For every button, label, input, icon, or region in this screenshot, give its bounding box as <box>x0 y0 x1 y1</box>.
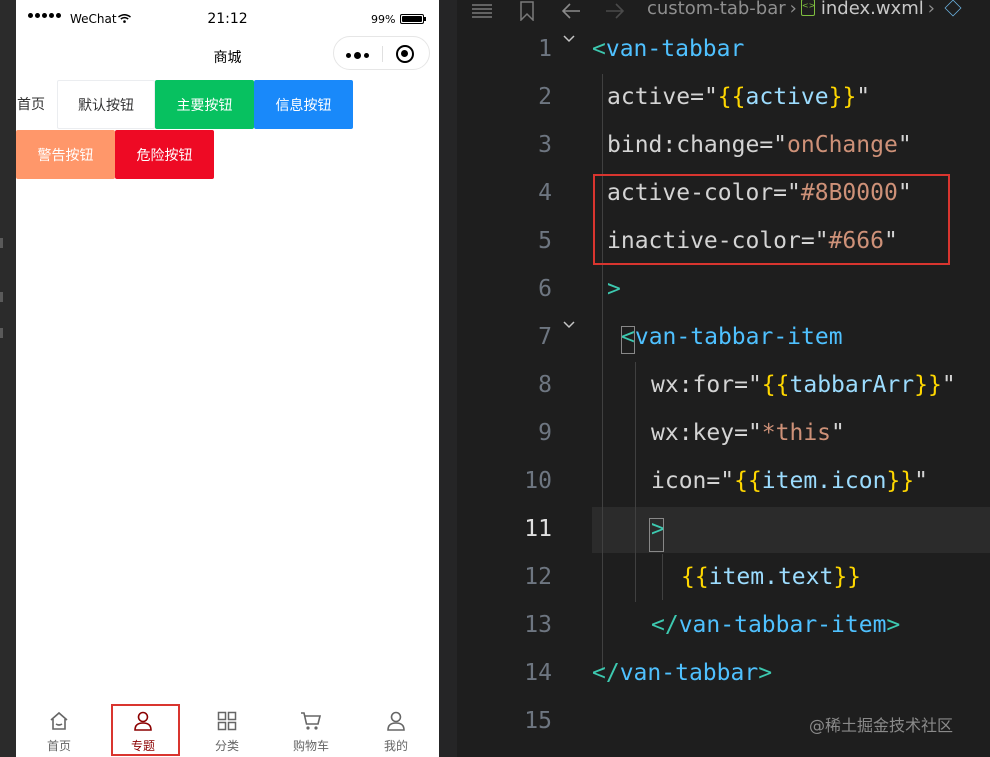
close-icon[interactable] <box>396 45 414 63</box>
line-number: 6 <box>538 276 552 302</box>
more-icon[interactable] <box>346 52 369 59</box>
danger-button[interactable]: 危险按钮 <box>115 130 214 179</box>
line-number: 2 <box>538 84 552 110</box>
info-button[interactable]: 信息按钮 <box>254 80 353 129</box>
line-number: 14 <box>524 660 552 686</box>
code-line: bind:change="onChange" <box>607 132 912 158</box>
wxml-file-icon <box>800 0 815 16</box>
breadcrumb-folder[interactable]: custom-tab-bar <box>647 0 786 19</box>
forward-icon[interactable] <box>605 2 625 20</box>
code-line: > <box>607 276 621 302</box>
code-line: active="{{active}}" <box>607 84 871 110</box>
phone-simulator: WeChat 21:12 99% 商城 首页 默认按钮 主要按钮 信息按钮 警告… <box>16 0 439 757</box>
code-highlight-box <box>593 174 950 265</box>
mini-program-capsule <box>333 36 430 70</box>
status-bar: WeChat 21:12 99% <box>16 0 439 38</box>
code-line: </van-tabbar-item> <box>651 612 901 638</box>
code-line: {{item.text}} <box>681 564 862 590</box>
tab-label: 首页 <box>46 739 71 753</box>
watermark: @稀土掘金技术社区 <box>809 716 954 735</box>
indent-guide <box>635 362 636 602</box>
line-number: 3 <box>538 132 552 158</box>
tab-category[interactable]: 分类 <box>185 700 269 757</box>
bookmark-icon[interactable] <box>519 1 535 21</box>
code-line: <van-tabbar <box>592 36 745 62</box>
line-number: 9 <box>538 420 552 446</box>
battery-icon <box>400 14 426 24</box>
fold-chevron-icon[interactable] <box>562 318 576 332</box>
tab-label: 购物车 <box>292 739 329 753</box>
fold-chevron-icon[interactable] <box>562 32 576 46</box>
line-number: 13 <box>524 612 552 638</box>
home-label: 首页 <box>17 97 45 113</box>
line-number: 8 <box>538 372 552 398</box>
list-icon[interactable] <box>471 2 493 20</box>
line-number: 15 <box>524 708 552 734</box>
tab-home[interactable]: 首页 <box>17 700 101 757</box>
warning-button[interactable]: 警告按钮 <box>16 130 115 179</box>
tab-mine[interactable]: 我的 <box>354 700 438 757</box>
tab-label: 分类 <box>214 739 239 753</box>
breadcrumb-file[interactable]: index.wxml <box>821 0 924 19</box>
indent-guide <box>662 554 663 600</box>
bracket-match-box <box>649 518 664 552</box>
back-icon[interactable] <box>561 2 581 20</box>
line-number: 1 <box>538 36 552 62</box>
editor-toolbar: custom-tab-bar›index.wxml› <box>457 0 990 26</box>
code-line: </van-tabbar> <box>592 660 773 686</box>
code-line: icon="{{item.icon}}" <box>651 468 928 494</box>
line-number: 5 <box>538 228 552 254</box>
user-icon <box>387 711 405 731</box>
home-icon <box>50 711 68 730</box>
code-line: wx:key="*this" <box>651 420 845 446</box>
line-number: 12 <box>524 564 552 590</box>
primary-button[interactable]: 主要按钮 <box>155 80 254 129</box>
line-number-current: 11 <box>524 516 552 542</box>
cube-icon <box>944 0 962 17</box>
bracket-match-box <box>621 326 635 354</box>
tabbar: 首页 专题 分类 购物车 我的 <box>16 700 439 757</box>
tab-label: 我的 <box>383 739 408 753</box>
breadcrumb: custom-tab-bar›index.wxml› <box>647 0 962 19</box>
battery-percent: 99% <box>371 13 396 26</box>
cart-icon <box>301 712 322 730</box>
panel-divider[interactable] <box>439 0 457 757</box>
tab-cart[interactable]: 购物车 <box>269 700 353 757</box>
line-number: 7 <box>538 324 552 350</box>
left-panel-edge <box>0 0 16 757</box>
indent-guide <box>602 74 603 670</box>
tab-highlight-box <box>111 704 180 756</box>
code-editor[interactable]: custom-tab-bar›index.wxml› 1 2 3 4 5 6 7… <box>457 0 990 757</box>
code-line: <van-tabbar-item <box>621 324 843 350</box>
default-button[interactable]: 默认按钮 <box>57 80 155 129</box>
code-line: wx:for="{{tabbarArr}}" <box>651 372 956 398</box>
apps-icon <box>217 711 237 731</box>
line-number: 4 <box>538 180 552 206</box>
line-number: 10 <box>524 468 552 494</box>
